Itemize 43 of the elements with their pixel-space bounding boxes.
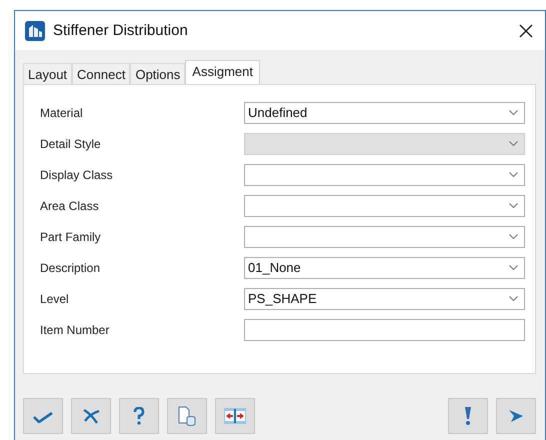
field-label: Detail Style	[40, 136, 101, 150]
chevron-down-icon	[509, 265, 518, 270]
field-label: Level	[40, 292, 69, 306]
document-button[interactable]	[167, 398, 207, 434]
app-icon	[25, 20, 45, 40]
dropdown[interactable]	[244, 194, 525, 216]
field-label: Part Family	[40, 230, 101, 244]
cancel-button[interactable]	[71, 398, 111, 434]
check-button[interactable]	[23, 398, 63, 434]
arrow-right-icon	[508, 409, 524, 423]
dropdown[interactable]: Undefined	[244, 102, 525, 124]
help-button[interactable]	[119, 398, 159, 434]
tab[interactable]: Assigment	[185, 60, 260, 84]
chevron-down-icon	[509, 172, 518, 177]
chevron-down-icon	[509, 203, 518, 208]
tab[interactable]: Connect	[72, 63, 130, 84]
question-icon	[133, 407, 145, 425]
exclamation-icon	[464, 406, 472, 426]
field-label: Display Class	[40, 168, 113, 182]
dropdown[interactable]: PS_SHAPE	[244, 288, 525, 310]
chevron-down-icon	[509, 141, 518, 146]
chevron-down-icon	[509, 296, 518, 301]
check-icon	[33, 409, 53, 423]
dropdown[interactable]: 01_None	[244, 256, 525, 278]
dropdown[interactable]	[244, 226, 525, 248]
window-title: Stiffener Distribution	[53, 22, 189, 39]
tab[interactable]: Options	[130, 63, 186, 84]
document-database-icon	[178, 406, 196, 426]
dropdown[interactable]	[244, 164, 525, 186]
warning-button[interactable]	[448, 398, 488, 434]
field-label: Area Class	[40, 198, 99, 212]
chevron-down-icon	[509, 110, 518, 115]
field-label: Material	[40, 106, 83, 120]
close-icon[interactable]	[519, 24, 533, 38]
field-label: Description	[40, 260, 100, 274]
cross-icon	[82, 408, 100, 424]
input-field[interactable]	[244, 318, 525, 340]
tab[interactable]: Layout	[23, 63, 72, 84]
chevron-down-icon	[509, 234, 518, 239]
split-button[interactable]	[215, 398, 255, 434]
next-button[interactable]	[496, 398, 536, 434]
field-label: Item Number	[40, 322, 110, 336]
split-arrows-icon	[224, 408, 246, 424]
